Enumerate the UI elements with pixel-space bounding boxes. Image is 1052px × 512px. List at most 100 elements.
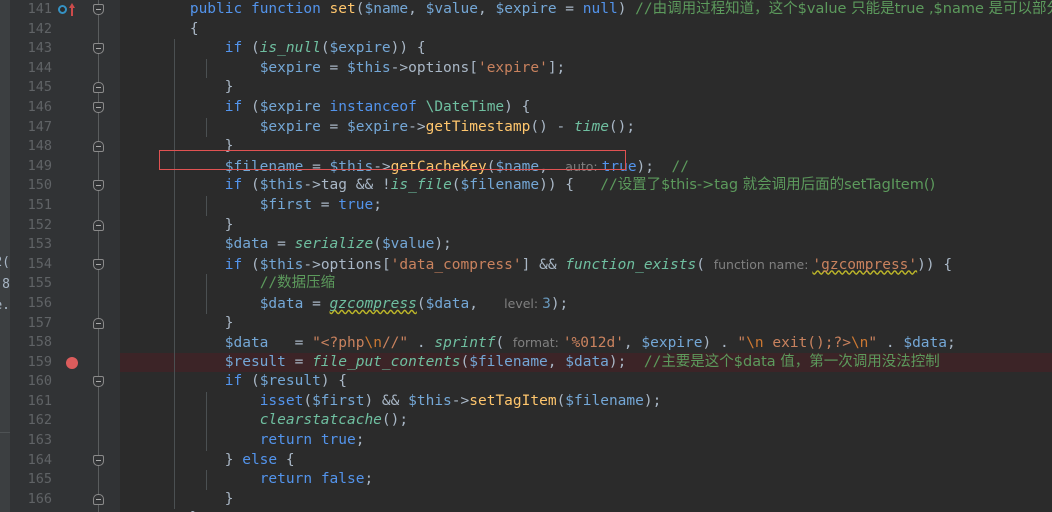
- editor-gutter[interactable]: 148: [10, 137, 120, 157]
- editor-gutter[interactable]: 142: [10, 19, 120, 40]
- editor-gutter[interactable]: 141: [10, 0, 120, 20]
- code-text[interactable]: $expire = $expire->getTimestamp() - time…: [120, 118, 635, 138]
- gutter-icon-area[interactable]: [56, 39, 86, 59]
- code-line[interactable]: 163 return true;: [10, 431, 1052, 451]
- code-text[interactable]: $data = "<?php\n//" . sprintf( format: '…: [120, 333, 956, 353]
- editor-text-area[interactable]: 141 public function set($name, $value, $…: [10, 0, 1052, 512]
- editor-gutter[interactable]: 161: [10, 391, 120, 412]
- gutter-icon-area[interactable]: [56, 431, 86, 451]
- code-folding-strip[interactable]: [92, 0, 106, 20]
- code-folding-strip[interactable]: [92, 333, 106, 353]
- gutter-icon-area[interactable]: [56, 353, 86, 373]
- code-line[interactable]: 148 }: [10, 137, 1052, 157]
- code-line[interactable]: 141 public function set($name, $value, $…: [10, 0, 1052, 20]
- code-text[interactable]: $filename = $this->getCacheKey($name, au…: [120, 157, 689, 177]
- code-line[interactable]: 161 isset($first) && $this->setTagItem($…: [10, 391, 1052, 412]
- gutter-icon-area[interactable]: [56, 294, 86, 314]
- code-line[interactable]: 165 return false;: [10, 470, 1052, 490]
- fold-end-icon[interactable]: [93, 317, 104, 329]
- editor-gutter[interactable]: 151: [10, 195, 120, 216]
- code-text[interactable]: $data = gzcompress($data, level: 3);: [120, 294, 569, 314]
- code-text[interactable]: {: [120, 20, 199, 40]
- fold-collapse-icon[interactable]: [93, 376, 104, 388]
- code-line[interactable]: 158 $data = "<?php\n//" . sprintf( forma…: [10, 333, 1052, 353]
- code-line[interactable]: 155 //数据压缩: [10, 274, 1052, 294]
- code-folding-strip[interactable]: [92, 97, 106, 118]
- code-text[interactable]: if ($this->options['data_compress'] && f…: [120, 255, 952, 275]
- gutter-icon-area[interactable]: [56, 235, 86, 255]
- code-folding-strip[interactable]: [92, 431, 106, 451]
- code-line[interactable]: 151 $first = true;: [10, 195, 1052, 216]
- editor-gutter[interactable]: 160: [10, 372, 120, 392]
- editor-gutter[interactable]: 163: [10, 431, 120, 451]
- code-folding-strip[interactable]: [92, 176, 106, 196]
- code-text[interactable]: $expire = $this->options['expire'];: [120, 59, 566, 79]
- editor-gutter[interactable]: 150: [10, 176, 120, 196]
- editor-gutter[interactable]: 146: [10, 97, 120, 118]
- code-text[interactable]: if ($expire instanceof \DateTime) {: [120, 98, 531, 118]
- code-line[interactable]: 159 $result = file_put_contents($filenam…: [10, 352, 1052, 373]
- fold-collapse-icon[interactable]: [93, 454, 104, 466]
- code-text[interactable]: //数据压缩: [120, 274, 335, 294]
- code-text[interactable]: }: [120, 490, 234, 510]
- editor-gutter[interactable]: 165: [10, 470, 120, 490]
- code-text[interactable]: $result = file_put_contents($filename, $…: [120, 353, 940, 373]
- code-line[interactable]: 162 clearstatcache();: [10, 411, 1052, 432]
- code-text[interactable]: public function set($name, $value, $expi…: [120, 0, 1052, 20]
- editor-gutter[interactable]: 143: [10, 39, 120, 59]
- gutter-icon-area[interactable]: [56, 78, 86, 98]
- code-line[interactable]: 156 $data = gzcompress($data, level: 3);: [10, 293, 1052, 314]
- gutter-icon-area[interactable]: [56, 157, 86, 177]
- code-line[interactable]: 147 $expire = $expire->getTimestamp() - …: [10, 117, 1052, 138]
- code-text[interactable]: return true;: [120, 431, 365, 451]
- gutter-icon-area[interactable]: [56, 118, 86, 138]
- code-line[interactable]: 152 }: [10, 215, 1052, 236]
- code-folding-strip[interactable]: [92, 450, 106, 471]
- editor-gutter[interactable]: 144: [10, 58, 120, 79]
- code-folding-strip[interactable]: [92, 254, 106, 275]
- code-line[interactable]: 149 $filename = $this->getCacheKey($name…: [10, 156, 1052, 177]
- gutter-icon-area[interactable]: [56, 196, 86, 216]
- code-folding-strip[interactable]: [92, 117, 106, 138]
- code-text[interactable]: if (is_null($expire)) {: [120, 39, 426, 59]
- code-line[interactable]: 145 }: [10, 78, 1052, 98]
- gutter-icon-area[interactable]: [56, 176, 86, 196]
- code-line[interactable]: 144 $expire = $this->options['expire'];: [10, 58, 1052, 79]
- editor-gutter[interactable]: 152: [10, 215, 120, 236]
- gutter-icon-area[interactable]: [56, 216, 86, 236]
- code-folding-strip[interactable]: [92, 352, 106, 373]
- editor-gutter[interactable]: 159: [10, 352, 120, 373]
- fold-collapse-icon[interactable]: [93, 258, 104, 270]
- fold-end-icon[interactable]: [93, 493, 104, 505]
- code-text[interactable]: isset($first) && $this->setTagItem($file…: [120, 392, 662, 412]
- gutter-icon-area[interactable]: [56, 98, 86, 118]
- code-line[interactable]: 153 $data = serialize($value);: [10, 235, 1052, 255]
- code-folding-strip[interactable]: [92, 470, 106, 490]
- code-folding-strip[interactable]: [92, 235, 106, 255]
- editor-gutter[interactable]: 145: [10, 78, 120, 98]
- editor-gutter[interactable]: 158: [10, 333, 120, 353]
- code-folding-strip[interactable]: [92, 58, 106, 79]
- code-text[interactable]: }: [120, 314, 234, 334]
- fold-end-icon[interactable]: [93, 141, 104, 153]
- editor-gutter[interactable]: 149: [10, 156, 120, 177]
- code-folding-strip[interactable]: [92, 372, 106, 392]
- code-folding-strip[interactable]: [92, 156, 106, 177]
- code-text[interactable]: if ($result) {: [120, 372, 347, 392]
- gutter-icon-area[interactable]: [56, 392, 86, 412]
- fold-collapse-icon[interactable]: [93, 180, 104, 192]
- editor-gutter[interactable]: 157: [10, 313, 120, 334]
- gutter-icon-area[interactable]: [56, 137, 86, 157]
- code-line[interactable]: 154 if ($this->options['data_compress'] …: [10, 254, 1052, 275]
- editor-gutter[interactable]: 155: [10, 274, 120, 294]
- code-text[interactable]: }: [120, 216, 234, 236]
- code-folding-strip[interactable]: [92, 274, 106, 294]
- code-folding-strip[interactable]: [92, 195, 106, 216]
- editor-gutter[interactable]: 147: [10, 117, 120, 138]
- code-line[interactable]: 143 if (is_null($expire)) {: [10, 39, 1052, 59]
- editor-gutter[interactable]: 156: [10, 293, 120, 314]
- gutter-icon-area[interactable]: [56, 255, 86, 275]
- editor-gutter[interactable]: 164: [10, 450, 120, 471]
- gutter-icon-area[interactable]: [56, 20, 86, 40]
- fold-end-icon[interactable]: [93, 219, 104, 231]
